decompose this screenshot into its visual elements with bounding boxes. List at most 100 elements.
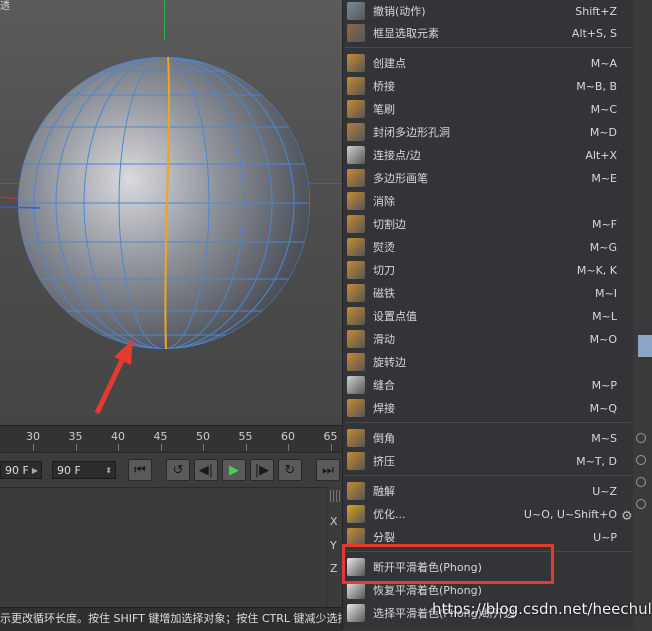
- menu-item-shortcut: M~F: [591, 218, 617, 231]
- menu-item-label: 消除: [373, 195, 395, 208]
- menu-item[interactable]: 切割边 M~F: [343, 213, 633, 236]
- frame-selected-icon: [347, 24, 365, 42]
- menu-item[interactable]: 熨烫 M~G: [343, 236, 633, 259]
- step-forward-button[interactable]: |▶: [250, 459, 274, 481]
- timeline-tick-label: 60: [281, 430, 295, 443]
- timeline-tick: [288, 444, 289, 451]
- play-icon: ▶: [229, 462, 239, 478]
- coordinate-labels: X Y Z: [326, 487, 343, 607]
- menu-item[interactable]: 滑动 M~O: [343, 328, 633, 351]
- attribute-tab-active[interactable]: [638, 335, 652, 357]
- menu-item[interactable]: 焊接 M~Q: [343, 397, 633, 420]
- menu-item-shortcut: M~D: [589, 126, 617, 139]
- bevel-icon: [347, 429, 365, 447]
- timeline-tick: [203, 444, 204, 451]
- connect-points-edges-icon: [347, 146, 365, 164]
- menu-item[interactable]: 撤销(动作) Shift+Z: [343, 0, 633, 23]
- menu-item-shortcut: Alt+X: [585, 149, 617, 162]
- menu-item-label: 撤销(动作): [373, 5, 426, 18]
- menu-item-label: 倒角: [373, 432, 395, 445]
- transport-bar: 90 F ▶ 90 F ⬍ ⏮ ↺ ◀| ▶ |▶ ↻ ⏭: [0, 452, 342, 487]
- menu-item[interactable]: 多边形画笔 M~E: [343, 167, 633, 190]
- play-button[interactable]: ▶: [222, 459, 246, 481]
- timeline-tick: [245, 444, 247, 451]
- menu-item-label: 融解: [373, 485, 395, 498]
- menu-item-shortcut: M~S: [591, 432, 617, 445]
- status-text: 示更改循环长度。按住 SHIFT 键增加选择对象；按住 CTRL 键减少选择对: [0, 612, 342, 625]
- spin-edge-icon: [347, 353, 365, 371]
- step-back-button[interactable]: ◀|: [194, 459, 218, 481]
- menu-item[interactable]: 桥接 M~B, B: [343, 75, 633, 98]
- menu-item[interactable]: 切刀 M~K, K: [343, 259, 633, 282]
- menu-item[interactable]: 笔刷 M~C: [343, 98, 633, 121]
- coord-y-label: Y: [330, 539, 337, 552]
- menu-item-label: 笔刷: [373, 103, 395, 116]
- radio-icon[interactable]: [636, 433, 646, 443]
- radio-icon[interactable]: [636, 477, 646, 487]
- menu-item-label: 挤压: [373, 455, 395, 468]
- start-frame-field[interactable]: 90 F ▶: [0, 461, 42, 479]
- brush-icon: [347, 100, 365, 118]
- menu-item[interactable]: 倒角 M~S: [343, 427, 633, 450]
- menu-item-label: 缝合: [373, 379, 395, 392]
- menu-item-label: 多边形画笔: [373, 172, 428, 185]
- end-frame-value: 90 F: [57, 464, 81, 477]
- go-to-start-button[interactable]: ⏮: [128, 459, 152, 481]
- previous-key-icon: ↺: [172, 462, 184, 478]
- annotation-arrow-icon: [94, 339, 133, 415]
- menu-item[interactable]: 挤压 M~T, D: [343, 450, 633, 473]
- menu-item[interactable]: 优化... U~O, U~Shift+O: [343, 503, 633, 526]
- timeline-tick: [33, 444, 34, 451]
- attributes-panel-edge: [632, 0, 652, 630]
- select-phong-break-icon: [347, 604, 365, 622]
- menu-item-label: 设置点值: [373, 310, 417, 323]
- highlight-annotation-box: [342, 544, 554, 584]
- menu-item-shortcut: U~Z: [592, 485, 617, 498]
- previous-key-button[interactable]: ↺: [166, 459, 190, 481]
- start-frame-value: 90 F: [5, 464, 29, 477]
- menu-item-shortcut: U~P: [593, 531, 617, 544]
- menu-item-label: 框显选取元素: [373, 27, 439, 40]
- menu-item-shortcut: M~E: [591, 172, 617, 185]
- menu-item-label: 熨烫: [373, 241, 395, 254]
- menu-item-shortcut: Shift+Z: [575, 5, 617, 18]
- menu-item-label: 封闭多边形孔洞: [373, 126, 450, 139]
- go-to-end-button[interactable]: ⏭: [316, 459, 340, 481]
- menu-separator: [345, 475, 631, 476]
- timeline-tick: [75, 444, 77, 451]
- menu-item[interactable]: 融解 U~Z: [343, 480, 633, 503]
- end-frame-field[interactable]: 90 F ⬍: [52, 461, 116, 479]
- menu-item-shortcut: M~A: [590, 57, 617, 70]
- menu-item-label: 磁铁: [373, 287, 395, 300]
- field-arrow-icon: ▶: [31, 466, 38, 475]
- menu-item-label: 桥接: [373, 80, 395, 93]
- menu-item[interactable]: 消除: [343, 190, 633, 213]
- set-point-value-icon: [347, 307, 365, 325]
- 3d-viewport[interactable]: 透: [0, 0, 342, 425]
- timeline-ruler[interactable]: 30 35 40 45 50 55 60 65: [0, 425, 342, 452]
- timeline-tick-label: 65: [323, 430, 338, 443]
- menu-item-shortcut: M~Q: [589, 402, 617, 415]
- menu-item[interactable]: 缝合 M~P: [343, 374, 633, 397]
- dissolve-icon: [347, 192, 365, 210]
- close-polygon-hole-icon: [347, 123, 365, 141]
- timeline-tick-label: 40: [111, 430, 125, 443]
- coordinates-panel: [0, 487, 326, 608]
- menu-item[interactable]: 创建点 M~A: [343, 52, 633, 75]
- coord-x-label: X: [330, 515, 338, 528]
- menu-item[interactable]: 设置点值 M~L: [343, 305, 633, 328]
- drag-handle-icon[interactable]: [330, 490, 340, 502]
- extrude-icon: [347, 452, 365, 470]
- menu-item[interactable]: 框显选取元素 Alt+S, S: [343, 22, 633, 45]
- radio-icon[interactable]: [636, 455, 646, 465]
- menu-item[interactable]: 连接点/边 Alt+X: [343, 144, 633, 167]
- radio-icon[interactable]: [636, 499, 646, 509]
- melt-icon: [347, 482, 365, 500]
- timeline-tick-label: 35: [68, 430, 83, 443]
- next-key-button[interactable]: ↻: [278, 459, 302, 481]
- knife-icon: [347, 261, 365, 279]
- menu-item[interactable]: 磁铁 M~I: [343, 282, 633, 305]
- menu-item[interactable]: 封闭多边形孔洞 M~D: [343, 121, 633, 144]
- optimize-icon: [347, 505, 365, 523]
- menu-item[interactable]: 旋转边: [343, 351, 633, 374]
